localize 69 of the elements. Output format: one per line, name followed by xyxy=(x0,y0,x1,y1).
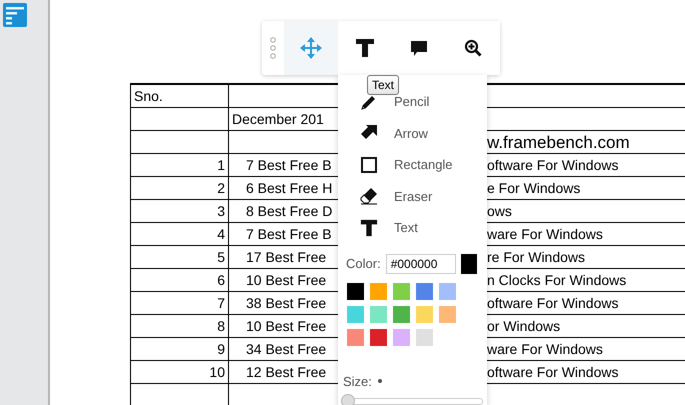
table-cell: ware For Windows xyxy=(487,341,603,357)
table-cell: 5 xyxy=(130,246,229,268)
menu-item[interactable]: Rectangle xyxy=(338,149,487,180)
color-swatch[interactable] xyxy=(439,306,456,322)
color-swatch[interactable] xyxy=(393,328,410,346)
table-cell: 10 Best Free xyxy=(246,272,326,288)
table-cell: 8 xyxy=(130,315,229,337)
table-cell: 6 Best Free H xyxy=(246,180,332,196)
tooltip: Text xyxy=(367,75,400,95)
table-cell: 8 Best Free D xyxy=(246,203,332,219)
current-color-swatch xyxy=(460,254,477,274)
table-cell: 1 xyxy=(130,154,229,176)
size-preview-icon xyxy=(378,379,382,383)
table-cell: ware For Windows xyxy=(487,226,603,242)
color-swatch[interactable] xyxy=(370,328,387,346)
table-cell: oftware For Windows xyxy=(487,364,618,380)
color-label: Color: xyxy=(346,256,381,271)
table-cell: oftware For Windows xyxy=(487,295,618,311)
table-cell: 4 xyxy=(130,223,229,245)
color-swatch[interactable] xyxy=(416,282,433,300)
zoom-tool-button[interactable] xyxy=(446,21,500,75)
text-icon xyxy=(360,218,378,237)
table-cell: 17 Best Free xyxy=(246,249,326,265)
table-cell: e For Windows xyxy=(487,180,580,196)
table-cell: w.framebench.com xyxy=(487,133,630,152)
color-swatch[interactable] xyxy=(393,282,410,300)
table-cell: 9 xyxy=(130,338,229,360)
table-cell: 34 Best Free xyxy=(246,341,326,357)
table-cell: 2 xyxy=(130,177,229,199)
table-cell: December 201 xyxy=(232,111,324,127)
move-icon xyxy=(299,36,323,60)
table-cell: re For Windows xyxy=(487,249,586,265)
zoom-in-icon xyxy=(464,39,482,57)
table-cell: 10 Best Free xyxy=(246,318,326,334)
text-tool-button[interactable] xyxy=(338,21,392,75)
table-cell: oftware For Windows xyxy=(487,157,618,173)
color-swatch[interactable] xyxy=(347,282,364,300)
table-cell: 10 xyxy=(130,361,229,383)
table-cell: 3 xyxy=(130,200,229,222)
size-label: Size: xyxy=(343,374,372,388)
table-cell: ows xyxy=(487,203,512,219)
menu-item[interactable]: Eraser xyxy=(338,180,487,212)
table-cell: or Windows xyxy=(487,318,560,334)
table-cell: 7 Best Free B xyxy=(246,157,332,173)
color-swatch[interactable] xyxy=(347,306,364,322)
table-cell: 7 xyxy=(130,292,229,314)
app-logo-icon[interactable] xyxy=(2,2,28,28)
menu-item[interactable]: Text xyxy=(338,212,487,244)
color-swatch[interactable] xyxy=(439,282,456,300)
color-swatch[interactable] xyxy=(416,328,433,346)
table-cell: Sno. xyxy=(130,85,229,107)
table-cell: 7 Best Free B xyxy=(246,226,332,242)
eraser-icon xyxy=(360,187,378,206)
table-cell: 38 Best Free xyxy=(246,295,326,311)
drag-handle-icon[interactable] xyxy=(270,36,276,60)
color-swatch[interactable] xyxy=(370,282,387,300)
color-swatch[interactable] xyxy=(347,328,364,346)
color-swatch[interactable] xyxy=(416,306,433,322)
slider-thumb[interactable] xyxy=(341,394,355,405)
text-icon xyxy=(355,38,375,58)
color-swatch[interactable] xyxy=(393,306,410,322)
menu-item[interactable]: Arrow xyxy=(338,118,487,149)
color-input[interactable]: #000000 xyxy=(386,254,456,274)
table-cell: n Clocks For Windows xyxy=(487,272,626,288)
color-swatch[interactable] xyxy=(370,306,387,322)
comment-icon xyxy=(410,40,428,56)
table-cell: 12 Best Free xyxy=(246,364,326,380)
rectangle-icon xyxy=(360,156,378,174)
table-cell: 6 xyxy=(130,269,229,291)
